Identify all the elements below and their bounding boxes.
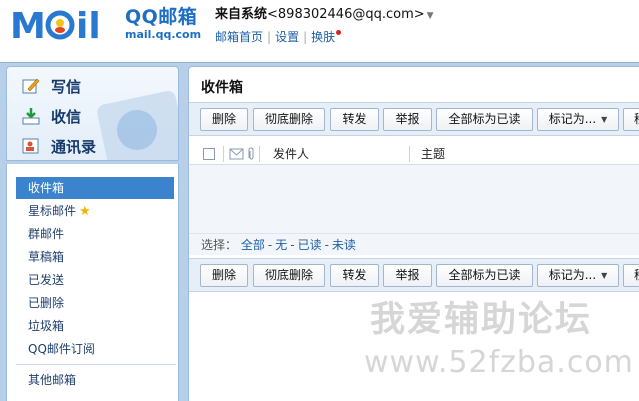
move-button[interactable]: 移 <box>623 108 639 131</box>
message-list <box>189 165 639 233</box>
folder-list: 收件箱 星标邮件 ★ 群邮件 草稿箱 已发送 已删除 垃圾箱 QQ邮件订阅 其他邮… <box>6 164 179 401</box>
user-email: <898302446@qq.com> <box>267 7 425 22</box>
chevron-down-icon: ▼ <box>601 115 608 124</box>
mark-as-label: 标记为... <box>548 112 597 126</box>
brand-name: QQ邮箱 <box>125 6 198 28</box>
check-mail-action[interactable]: 收信 <box>21 105 81 127</box>
chevron-down-icon: ▼ <box>601 271 608 280</box>
folder-sent[interactable]: 已发送 <box>16 269 174 291</box>
contacts-icon <box>21 137 41 155</box>
folder-divider <box>16 364 176 365</box>
column-header-sender[interactable]: 发件人 <box>273 143 309 165</box>
divider: | <box>303 30 308 44</box>
star-icon: ★ <box>79 204 91 219</box>
new-indicator-dot <box>336 30 342 35</box>
compose-icon <box>21 77 41 95</box>
penguin-decoration <box>117 110 157 150</box>
user-links: 邮箱首页 | 设置 | 换肤 <box>215 29 434 45</box>
purge-button[interactable]: 彻底删除 <box>253 264 325 287</box>
sidebar-actions: 写信 收信 通讯录 <box>6 66 179 161</box>
brand-url: mail.qq.com <box>125 28 202 41</box>
report-button[interactable]: 举报 <box>383 264 432 287</box>
mark-as-label: 标记为... <box>548 268 597 282</box>
folder-spam[interactable]: 垃圾箱 <box>16 315 174 337</box>
select-all-link[interactable]: 全部 <box>241 238 265 252</box>
mark-as-dropdown[interactable]: 标记为... ▼ <box>537 108 619 131</box>
watermark-url: www.52fzba.com <box>364 345 634 380</box>
folder-other-mailboxes[interactable]: 其他邮箱 <box>16 369 174 391</box>
mark-all-read-button[interactable]: 全部标为已读 <box>436 264 533 287</box>
folder-deleted[interactable]: 已删除 <box>16 292 174 314</box>
mailbox-home-link[interactable]: 邮箱首页 <box>215 30 263 44</box>
folder-inbox[interactable]: 收件箱 <box>16 177 174 199</box>
purge-button[interactable]: 彻底删除 <box>253 108 325 131</box>
account-dropdown-icon[interactable]: ▼ <box>427 11 434 21</box>
separator: - <box>324 238 329 252</box>
change-skin-link[interactable]: 换肤 <box>311 30 335 44</box>
table-header: 发件人 主题 <box>189 143 639 165</box>
separator: - <box>290 238 295 252</box>
column-header-subject[interactable]: 主题 <box>421 143 445 165</box>
watermark-title: 我爱辅助论坛 <box>370 300 593 340</box>
report-button[interactable]: 举报 <box>383 108 432 131</box>
mark-as-dropdown[interactable]: 标记为... ▼ <box>537 264 619 287</box>
folder-subscriptions[interactable]: QQ邮件订阅 <box>16 338 174 360</box>
select-prefix: 选择： <box>201 238 238 252</box>
column-divider <box>409 146 410 162</box>
select-read-link[interactable]: 已读 <box>298 238 322 252</box>
delete-button[interactable]: 删除 <box>200 108 248 131</box>
contacts-action[interactable]: 通讯录 <box>21 135 96 157</box>
move-button[interactable]: 移 <box>623 264 639 287</box>
toolbar-bottom: 删除 彻底删除 转发 举报 全部标为已读 标记为... ▼ 移 <box>189 258 639 292</box>
folder-starred-label: 星标邮件 <box>28 204 77 218</box>
settings-link[interactable]: 设置 <box>275 30 299 44</box>
header: M il QQ邮箱 mail.qq.com 来自系统<898302446@qq.… <box>0 0 639 62</box>
qq-mail-logo[interactable]: M il <box>10 4 122 46</box>
user-name: 来自系统 <box>215 7 268 22</box>
user-account[interactable]: 来自系统<898302446@qq.com> ▼ <box>215 6 434 25</box>
folder-drafts[interactable]: 草稿箱 <box>16 246 174 268</box>
select-all-checkbox[interactable] <box>203 148 215 160</box>
page-title: 收件箱 <box>201 80 243 96</box>
forward-button[interactable]: 转发 <box>330 264 379 287</box>
column-divider <box>259 146 260 162</box>
delete-button[interactable]: 删除 <box>200 264 248 287</box>
compose-action[interactable]: 写信 <box>21 75 81 97</box>
folder-group-mail[interactable]: 群邮件 <box>16 223 174 245</box>
forward-button[interactable]: 转发 <box>330 108 379 131</box>
select-none-link[interactable]: 无 <box>275 238 287 252</box>
check-mail-label: 收信 <box>51 107 82 126</box>
mark-all-read-button[interactable]: 全部标为已读 <box>436 108 533 131</box>
select-unread-link[interactable]: 未读 <box>332 238 356 252</box>
column-divider <box>223 146 224 162</box>
select-bar: 选择： 全部 - 无 - 已读 - 未读 <box>189 233 639 255</box>
toolbar-top: 删除 彻底删除 转发 举报 全部标为已读 标记为... ▼ 移 <box>189 102 639 136</box>
attachment-icon <box>229 147 254 160</box>
inbox-download-icon <box>21 107 41 125</box>
divider: | <box>267 30 272 44</box>
separator: - <box>267 238 273 252</box>
folder-starred[interactable]: 星标邮件 ★ <box>16 200 174 222</box>
brand: QQ邮箱 mail.qq.com <box>125 6 201 41</box>
contacts-label: 通讯录 <box>51 137 97 156</box>
svg-text:il: il <box>76 6 101 46</box>
sidebar: 写信 收信 通讯录 收件箱 星标邮件 ★ 群邮件 草稿箱 已发送 已删除 垃圾箱… <box>6 66 179 401</box>
compose-label: 写信 <box>51 77 82 96</box>
user-box: 来自系统<898302446@qq.com> ▼ 邮箱首页 | 设置 | 换肤 <box>215 6 434 45</box>
logo-text: M <box>10 6 46 46</box>
